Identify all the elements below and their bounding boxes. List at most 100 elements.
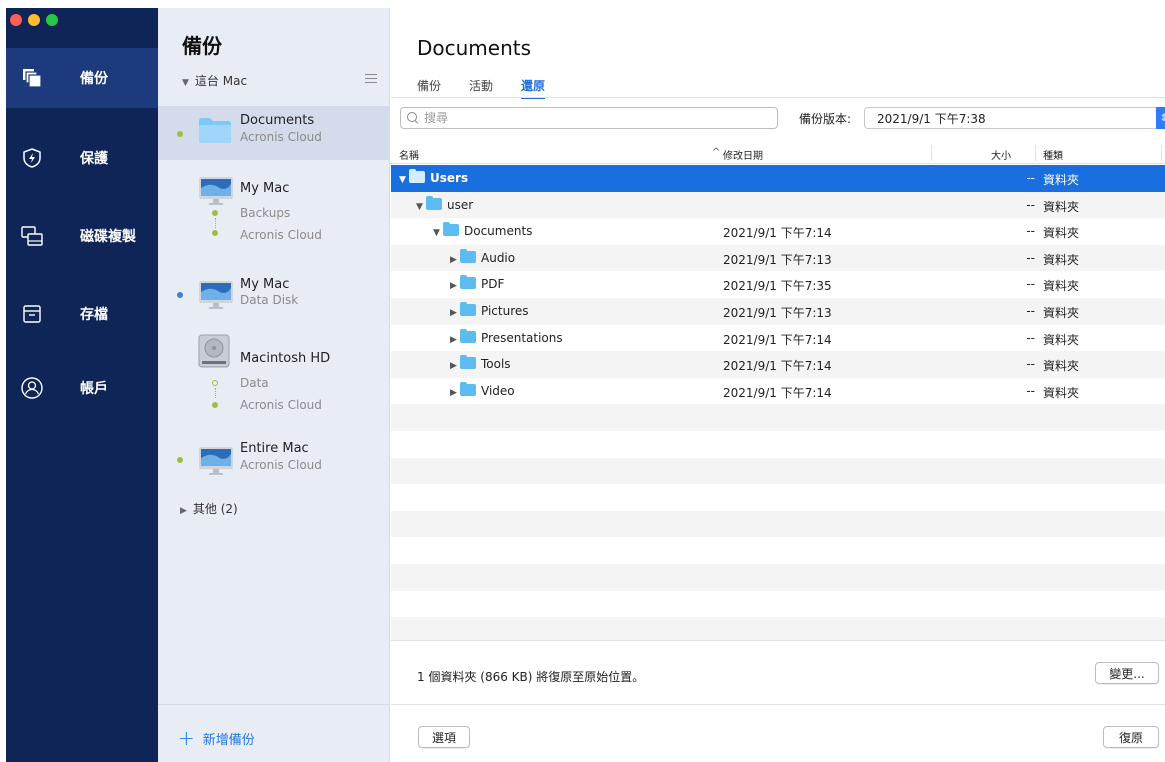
expand-triangle-icon: ▶ [180,506,187,516]
divider [158,704,389,705]
folder-icon [426,195,442,210]
shield-icon [20,146,44,170]
expanded-triangle-icon[interactable]: ▼ [433,228,443,238]
name-cell: ▶ Pictures [450,302,529,318]
row-kind: 資料夾 [1043,226,1080,241]
collapsed-triangle-icon[interactable]: ▶ [450,281,460,291]
group-this-mac[interactable]: ▼ 這台 Mac [182,72,247,89]
app-window: 備份 保護 磁碟複製 存檔 帳戶 備份 ▼ 這台 Mac Documents A… [6,8,1165,762]
folder-icon [443,222,459,237]
table-row[interactable]: ▶ PDF 2021/9/1 下午7:35 -- 資料夾 [391,271,1165,298]
table-row[interactable]: ▶ Presentations 2021/9/1 下午7:14 -- 資料夾 [391,325,1165,352]
tab-backup[interactable]: 備份 [417,77,441,99]
row-date: 2021/9/1 下午7:35 [723,279,832,294]
search-box[interactable] [400,107,778,129]
name-cell: ▶ Presentations [450,328,563,345]
collapsed-triangle-icon[interactable]: ▶ [450,361,460,371]
expanded-triangle-icon[interactable]: ▼ [416,202,426,212]
entry-title: Entire Mac [240,441,309,456]
change-button[interactable]: 變更... [1095,662,1159,684]
account-icon [20,376,44,400]
plus-icon: + [178,726,195,750]
expanded-triangle-icon[interactable]: ▼ [399,175,409,185]
empty-row [391,457,1165,485]
table-row[interactable]: ▼ Documents 2021/9/1 下午7:14 -- 資料夾 [391,218,1165,245]
search-input[interactable] [424,111,754,125]
connector-line [215,388,216,398]
imac-icon [199,281,233,309]
entry-destination: Acronis Cloud [240,398,322,412]
row-date: 2021/9/1 下午7:13 [723,306,832,320]
group-label: 這台 Mac [194,74,248,88]
entry-title: Macintosh HD [240,351,331,366]
name-cell: ▼ Users [399,169,468,185]
collapse-triangle-icon: ▼ [182,78,189,88]
list-menu-icon[interactable] [365,74,377,83]
stepper-arrows-icon: ⇕ [1156,107,1165,129]
folder-icon [460,355,476,370]
table-row[interactable]: ▶ Pictures 2021/9/1 下午7:13 -- 資料夾 [391,298,1165,325]
table-row[interactable]: ▶ Video 2021/9/1 下午7:14 -- 資料夾 [391,378,1165,405]
folder-icon [460,302,476,316]
row-kind: 資料夾 [1043,332,1080,347]
backup-version-select[interactable]: 2021/9/1 下午7:38 ⇕ [864,107,1165,129]
nav-item-backup[interactable]: 備份 [6,48,158,108]
backup-entry-documents[interactable]: Documents Acronis Cloud [158,106,389,160]
column-header-size[interactable]: 大小 [991,147,1011,162]
nav-item-account[interactable]: 帳戶 [6,358,158,418]
table-row[interactable]: ▼ Users -- 資料夾 [391,165,1165,192]
empty-row [391,431,1165,458]
tab-bar: 備份 活動 還原 [417,77,546,99]
column-header-date[interactable]: 修改日期 [723,147,763,162]
tab-recovery[interactable]: 還原 [521,77,546,99]
nav-item-disk-clone[interactable]: 磁碟複製 [6,206,158,266]
table-row[interactable]: ▼ user -- 資料夾 [391,191,1165,219]
backup-version-label: 備份版本: [799,112,852,126]
entry-source: Backups [240,206,291,220]
status-dot [177,457,183,463]
divider [391,97,1165,98]
status-dot [212,210,218,216]
table-row[interactable]: ▶ Audio 2021/9/1 下午7:13 -- 資料夾 [391,244,1165,272]
divider [391,640,1165,641]
row-name: Pictures [481,304,529,318]
backup-entry-my-mac-data-disk[interactable]: My Mac Data Disk [158,272,389,316]
column-header-name[interactable]: 名稱 [399,147,419,162]
tab-activity[interactable]: 活動 [469,77,493,99]
column-separator [1161,145,1162,161]
entry-destination: Acronis Cloud [240,130,322,144]
close-window-button[interactable] [10,14,22,26]
backup-icon [20,66,44,90]
backup-entry-my-mac[interactable]: My Mac Backups Acronis Cloud [158,168,389,252]
row-kind: 資料夾 [1043,199,1080,214]
column-header-kind[interactable]: 種類 [1043,147,1063,162]
folder-icon [460,328,476,343]
row-name: Presentations [481,330,563,345]
status-dot [212,402,218,408]
row-name: user [447,197,474,212]
zoom-window-button[interactable] [46,14,58,26]
table-row[interactable]: ▶ Tools 2021/9/1 下午7:14 -- 資料夾 [391,351,1165,378]
collapsed-triangle-icon[interactable]: ▶ [450,308,460,318]
empty-row [391,591,1165,618]
restore-button[interactable]: 復原 [1103,726,1159,748]
nav-item-archive[interactable]: 存檔 [6,284,158,344]
row-date: 2021/9/1 下午7:14 [723,226,832,241]
minimize-window-button[interactable] [28,14,40,26]
row-size: -- [1026,383,1035,398]
nav-item-protection[interactable]: 保護 [6,128,158,188]
add-backup-button[interactable]: + 新增備份 [178,728,255,748]
collapsed-triangle-icon[interactable]: ▶ [450,388,460,398]
sort-ascending-icon: ^ [712,147,721,158]
entry-destination: Acronis Cloud [240,458,322,472]
folder-icon [460,381,476,396]
backup-entry-macintosh-hd[interactable]: Macintosh HD Data Acronis Cloud [158,330,389,416]
backup-entry-entire-mac[interactable]: Entire Mac Acronis Cloud [158,436,389,484]
others-group[interactable]: ▶ 其他 (2) [180,500,238,517]
status-dot [212,230,218,236]
options-button[interactable]: 選項 [418,726,470,748]
collapsed-triangle-icon[interactable]: ▶ [450,335,460,345]
collapsed-triangle-icon[interactable]: ▶ [450,255,460,265]
window-controls [10,14,58,26]
row-kind: 資料夾 [1043,173,1080,187]
